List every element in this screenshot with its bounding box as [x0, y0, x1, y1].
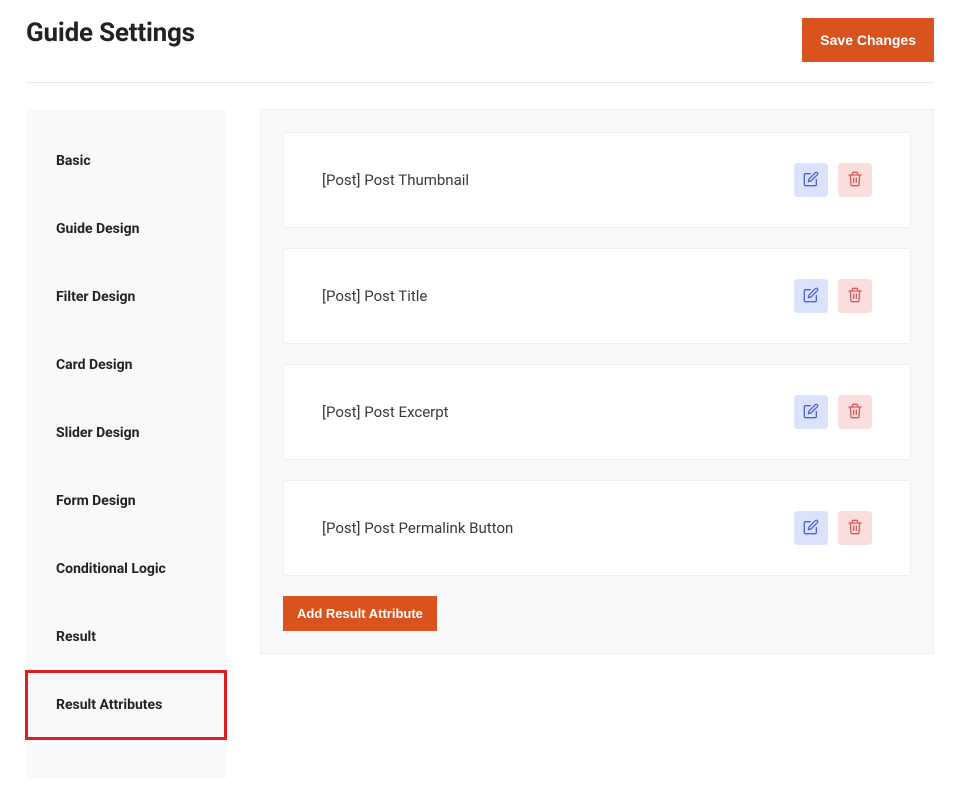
sidebar-item-result-attributes[interactable]: Result Attributes [26, 671, 226, 739]
edit-button[interactable] [794, 395, 828, 429]
delete-button[interactable] [838, 511, 872, 545]
sidebar: BasicGuide DesignFilter DesignCard Desig… [26, 109, 226, 779]
divider [26, 82, 934, 83]
trash-icon [847, 171, 863, 190]
sidebar-item-conditional-logic[interactable]: Conditional Logic [26, 535, 226, 603]
attribute-label: [Post] Post Excerpt [322, 403, 449, 421]
attribute-actions [794, 279, 872, 313]
attribute-row: [Post] Post Title [283, 248, 911, 344]
sidebar-item-slider-design[interactable]: Slider Design [26, 399, 226, 467]
edit-button[interactable] [794, 163, 828, 197]
attribute-list: [Post] Post Thumbnail [Post] Post Title [P… [283, 132, 911, 576]
attribute-actions [794, 163, 872, 197]
delete-button[interactable] [838, 395, 872, 429]
sidebar-item-guide-design[interactable]: Guide Design [26, 195, 226, 263]
attribute-row: [Post] Post Thumbnail [283, 132, 911, 228]
delete-button[interactable] [838, 279, 872, 313]
attribute-row: [Post] Post Excerpt [283, 364, 911, 460]
save-changes-button[interactable]: Save Changes [802, 18, 934, 62]
attribute-actions [794, 395, 872, 429]
trash-icon [847, 287, 863, 306]
edit-icon [803, 519, 819, 538]
edit-button[interactable] [794, 511, 828, 545]
edit-icon [803, 403, 819, 422]
delete-button[interactable] [838, 163, 872, 197]
attribute-row: [Post] Post Permalink Button [283, 480, 911, 576]
trash-icon [847, 403, 863, 422]
attribute-actions [794, 511, 872, 545]
sidebar-item-basic[interactable]: Basic [26, 127, 226, 195]
sidebar-item-form-design[interactable]: Form Design [26, 467, 226, 535]
trash-icon [847, 519, 863, 538]
header: Guide Settings Save Changes [26, 18, 934, 62]
edit-icon [803, 287, 819, 306]
sidebar-item-filter-design[interactable]: Filter Design [26, 263, 226, 331]
edit-button[interactable] [794, 279, 828, 313]
sidebar-item-card-design[interactable]: Card Design [26, 331, 226, 399]
attribute-label: [Post] Post Title [322, 287, 427, 305]
edit-icon [803, 171, 819, 190]
attribute-label: [Post] Post Permalink Button [322, 519, 513, 537]
attribute-label: [Post] Post Thumbnail [322, 171, 469, 189]
page-title: Guide Settings [26, 18, 195, 48]
add-result-attribute-button[interactable]: Add Result Attribute [283, 596, 437, 631]
sidebar-item-result[interactable]: Result [26, 603, 226, 671]
main-panel: [Post] Post Thumbnail [Post] Post Title [P… [260, 109, 934, 654]
